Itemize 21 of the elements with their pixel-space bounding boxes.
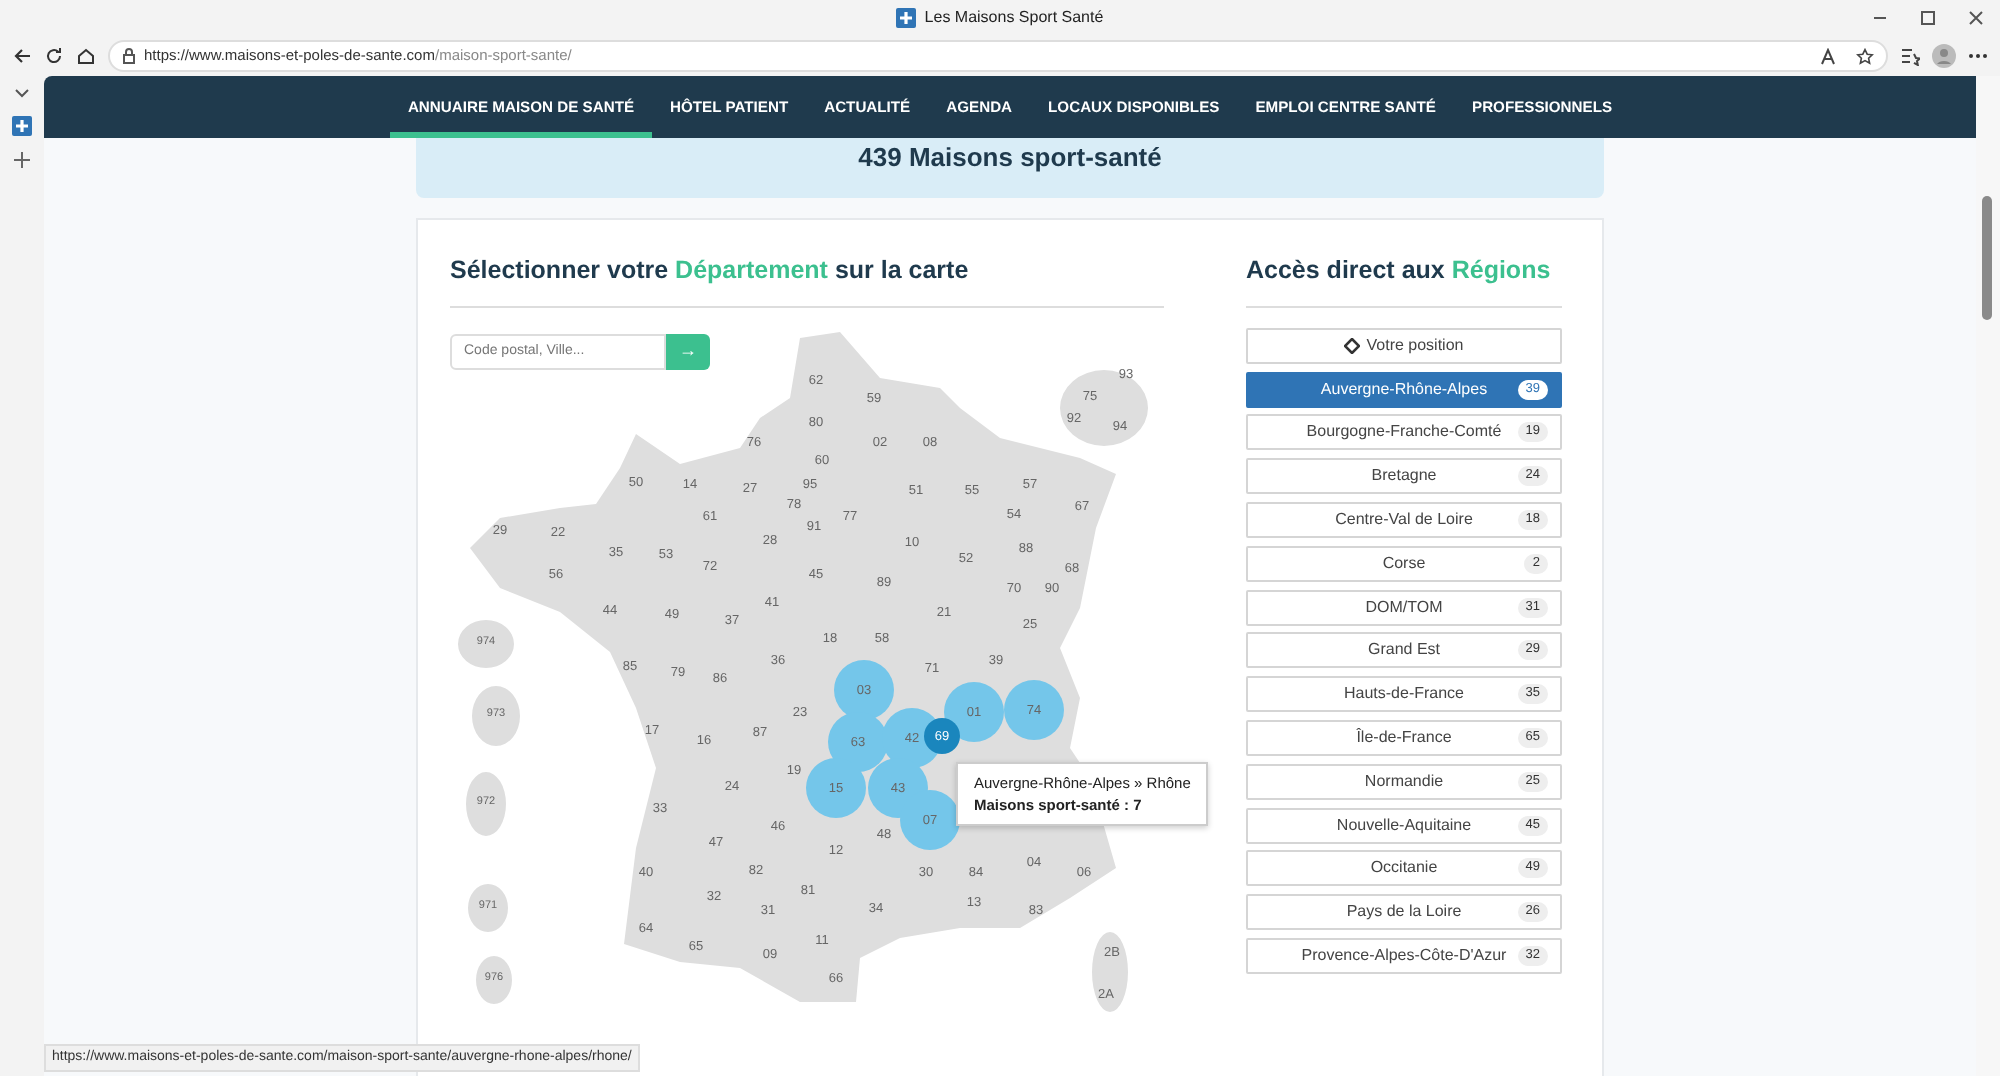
- crosshair-icon: [1344, 337, 1361, 354]
- back-icon[interactable]: [12, 46, 32, 66]
- position-button[interactable]: Votre position: [1246, 327, 1562, 364]
- section-heading: Sélectionner votre Département sur la carte: [450, 252, 1164, 308]
- home-icon[interactable]: [76, 46, 96, 66]
- refresh-icon[interactable]: [44, 46, 64, 66]
- plus-icon: [896, 8, 917, 28]
- scrollbar[interactable]: [1976, 76, 2000, 1076]
- add-icon[interactable]: [14, 152, 30, 168]
- star-icon[interactable]: [1856, 47, 1874, 65]
- more-icon[interactable]: [1968, 52, 1988, 60]
- lock-icon: [122, 48, 136, 64]
- banner-title: 439 Maisons sport-santé: [858, 140, 1162, 176]
- section-heading: Accès direct aux Régions: [1246, 252, 1562, 308]
- plus-icon[interactable]: [12, 116, 32, 136]
- chevron-icon[interactable]: [14, 88, 30, 100]
- tab-title: Les Maisons Sport Santé: [924, 6, 1104, 30]
- favorites-icon[interactable]: [1900, 46, 1920, 66]
- search-button[interactable]: →: [666, 333, 710, 370]
- read-aloud-icon[interactable]: [1820, 47, 1840, 65]
- profile-icon[interactable]: [1932, 44, 1956, 68]
